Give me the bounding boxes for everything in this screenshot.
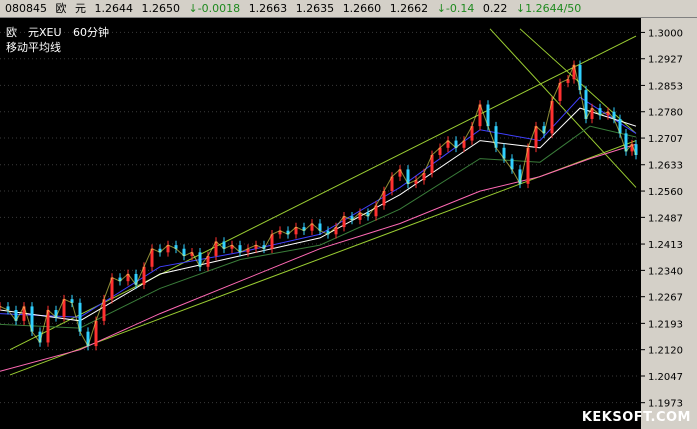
y-tick-label: 1.2780 [648, 108, 683, 119]
quote-bar: 080845 欧 元 1.2644 1.2650 ↓-0.0018 1.2663… [0, 0, 697, 18]
quote-v2: 1.2662 [389, 2, 429, 15]
quote-open: 1.2644 [94, 2, 134, 15]
y-tick-label: 1.2707 [648, 134, 683, 145]
price-chart[interactable]: 1.3000 1.2927 1.2853 1.2780 1.2707 1.2633 1.25… [0, 18, 697, 429]
y-tick-label: 1.2120 [648, 346, 683, 357]
y-tick-label: 1.2413 [648, 240, 683, 251]
keksoft-watermark: KEKSOFT.COM [581, 410, 691, 425]
quote-high: 1.2650 [141, 2, 181, 15]
chart-symbol-label: 欧 元XEU 60分钟 [6, 24, 109, 40]
quote-bidask: ↓1.2644/50 [515, 2, 582, 15]
quote-vol: 0.22 [482, 2, 508, 15]
quote-name-1: 欧 [55, 2, 67, 15]
y-tick-label: 1.3000 [648, 28, 683, 39]
chart-period: 60分钟 [73, 26, 110, 39]
quote-low: 1.2663 [248, 2, 288, 15]
quote-name-2: 元 [75, 2, 86, 15]
quote-change: ↓-0.0018 [188, 2, 241, 15]
y-tick-label: 1.2853 [648, 81, 683, 92]
chart-canvas: 1.3000 1.2927 1.2853 1.2780 1.2707 1.2633 1.25… [0, 18, 697, 429]
chart-symbol: 欧 元XEU [6, 26, 62, 39]
y-tick-label: 1.2633 [648, 161, 683, 172]
y-tick-label: 1.2560 [648, 187, 683, 198]
y-tick-label: 1.2047 [648, 372, 683, 383]
y-tick-label: 1.2340 [648, 266, 683, 277]
y-tick-label: 1.1973 [648, 399, 683, 410]
y-tick-label: 1.2193 [648, 319, 683, 330]
y-tick-label: 1.2267 [648, 293, 683, 304]
quote-pct: ↓-0.14 [436, 2, 475, 15]
indicator-label: 移动平均线 [6, 41, 61, 54]
y-tick-label: 1.2487 [648, 213, 683, 224]
y-tick-label: 1.2927 [648, 55, 683, 66]
quote-v1: 1.2660 [342, 2, 382, 15]
quote-code: 080845 [5, 2, 47, 15]
moving-average-line-3 [0, 125, 637, 329]
quote-close: 1.2635 [295, 2, 335, 15]
price-close-line [0, 63, 637, 348]
